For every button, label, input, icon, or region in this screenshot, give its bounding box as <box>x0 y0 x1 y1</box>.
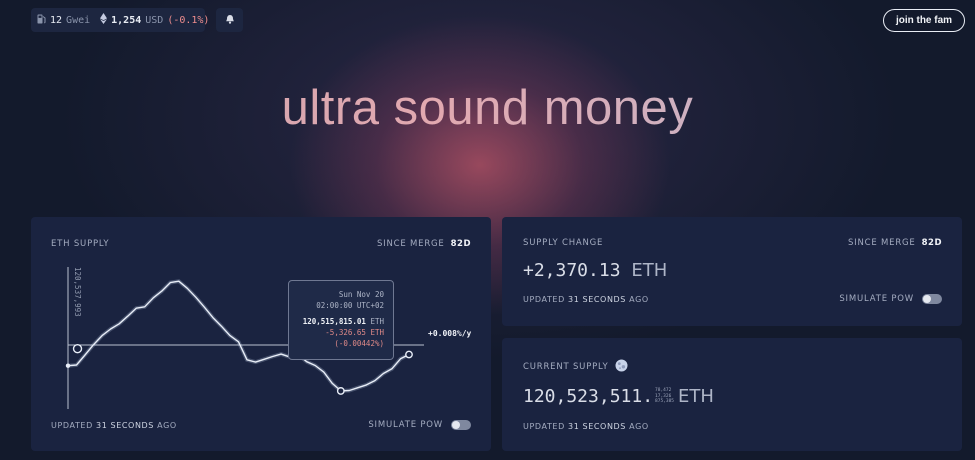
fuel-pump-icon <box>37 14 46 27</box>
card-label: SUPPLY CHANGE <box>523 238 604 248</box>
current-supply-header: CURRENT SUPPLY <box>523 359 628 375</box>
gas-price-widget[interactable]: 12 Gwei 1,254 USD (-0.1%) <box>31 8 209 32</box>
simulate-pow-toggle[interactable] <box>451 420 471 430</box>
bell-icon <box>225 14 235 27</box>
price-unit: USD <box>145 14 164 26</box>
gas-unit: Gwei <box>66 14 91 26</box>
tooltip-supply-row: 120,515,815.01 ETH <box>289 316 384 327</box>
tooltip-supply: 120,515,815.01 <box>302 317 366 326</box>
simulate-pow-label: SIMULATE PoW <box>839 294 914 304</box>
updated-value: 31 SECONDS <box>568 295 626 304</box>
simulate-pow-label: SIMULATE PoW <box>368 420 443 430</box>
updated-timestamp: UPDATED 31 SECONDS AGO <box>523 422 649 431</box>
tooltip-delta-pct: (-0.00442%) <box>334 339 384 348</box>
supply-chart[interactable]: 120,537,993 +0.008%/y <box>31 217 491 451</box>
simulate-pow-control: SIMULATE PoW <box>368 420 471 430</box>
tooltip-time: 02:00:00 UTC+02 <box>316 301 384 310</box>
tooltip-delta: -5,326.65 ETH <box>325 328 384 337</box>
tooltip-supply-unit: ETH <box>370 317 384 326</box>
tooltip-date: Sun Nov 20 <box>338 290 384 299</box>
updated-suffix: AGO <box>629 422 649 431</box>
chart-tooltip: Sun Nov 20 02:00:00 UTC+02 120,515,815.0… <box>288 280 394 360</box>
current-supply-value-row: 120,523,511. 78,472 17,326 875,385 ETH <box>523 386 714 407</box>
since-label: SINCE MERGE <box>847 238 916 248</box>
updated-value: 31 SECONDS <box>568 422 626 431</box>
simulate-pow-toggle[interactable] <box>922 294 942 304</box>
merge-marker[interactable] <box>72 344 83 354</box>
updated-prefix: UPDATED <box>523 295 565 304</box>
decimals-line: 875,385 <box>655 399 675 405</box>
page-title: ultra sound money <box>0 80 975 136</box>
updated-prefix: UPDATED <box>523 422 565 431</box>
supply-change-card: SUPPLY CHANGE SINCE MERGE 82d +2,370.13 … <box>502 217 962 326</box>
updated-value: 31 SECONDS <box>96 421 154 430</box>
eth-supply-card: ETH SUPPLY SINCE MERGE 82d 120,537,993 +… <box>31 217 491 451</box>
updated-prefix: UPDATED <box>51 421 93 430</box>
alerts-button[interactable] <box>216 8 243 32</box>
simulate-pow-control: SIMULATE PoW <box>839 294 942 304</box>
current-supply-integer: 120,523,511. <box>523 386 654 407</box>
price-change: (-0.1%) <box>167 14 210 26</box>
gas-value: 12 <box>50 14 63 26</box>
end-annotation: +0.008%/y <box>428 329 472 338</box>
join-the-fam-button[interactable]: join the fam <box>883 9 965 32</box>
end-point <box>405 350 413 359</box>
ethereum-icon <box>100 13 108 27</box>
updated-suffix: AGO <box>157 421 177 430</box>
updated-timestamp: UPDATED 31 SECONDS AGO <box>51 421 177 430</box>
current-supply-decimals: 78,472 17,326 875,385 <box>655 388 674 405</box>
y-tick-label: 120,537,993 <box>73 267 82 317</box>
supply-change-value: +2,370.13 <box>523 260 621 281</box>
hover-point[interactable] <box>336 387 345 395</box>
moon-icon[interactable] <box>615 359 628 375</box>
top-bar: 12 Gwei 1,254 USD (-0.1%) join the fam <box>0 0 975 40</box>
card-label: CURRENT SUPPLY <box>523 362 609 372</box>
updated-suffix: AGO <box>629 295 649 304</box>
supply-change-unit: ETH <box>631 260 668 281</box>
since-merge: SINCE MERGE 82d <box>848 238 942 248</box>
since-days: 82d <box>921 238 942 248</box>
start-point <box>65 363 71 368</box>
supply-change-value-row: +2,370.13 ETH <box>523 260 667 281</box>
eth-price: 1,254 <box>111 14 142 26</box>
current-supply-unit: ETH <box>678 386 714 407</box>
current-supply-card: CURRENT SUPPLY 120,523,511. 78,472 17,32… <box>502 338 962 451</box>
price-stat: 1,254 USD (-0.1%) <box>100 13 209 27</box>
gas-stat: 12 Gwei <box>37 14 90 27</box>
updated-timestamp: UPDATED 31 SECONDS AGO <box>523 295 649 304</box>
